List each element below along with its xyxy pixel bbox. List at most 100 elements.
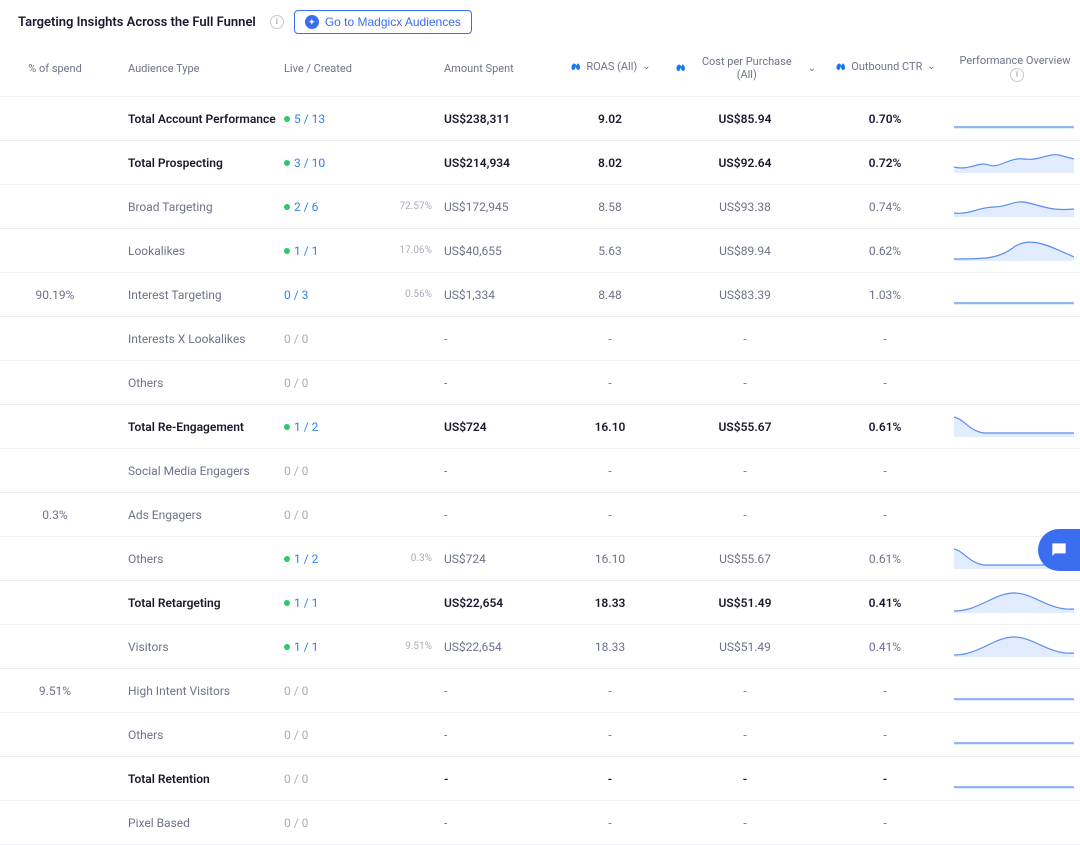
roas-value: 16.10 bbox=[550, 544, 670, 574]
spend-cell bbox=[0, 639, 110, 655]
live-created: 5 / 13 bbox=[280, 104, 380, 134]
amount-spent: - bbox=[440, 764, 550, 794]
table-row[interactable]: Others 1 / 2 0.3% US$724 16.10 US$55.67 … bbox=[0, 537, 1080, 581]
roas-value: 18.33 bbox=[550, 588, 670, 618]
live-created: 0 / 0 bbox=[280, 720, 380, 750]
audience-label: Others bbox=[110, 544, 280, 574]
table-row[interactable]: Total Retention 0 / 0 - - - - bbox=[0, 757, 1080, 801]
spark-cell bbox=[950, 185, 1080, 228]
cta-label: Go to Madgicx Audiences bbox=[325, 15, 461, 29]
audience-label: Total Prospecting bbox=[110, 148, 280, 178]
spend-sub-pct bbox=[380, 507, 440, 523]
table-row[interactable]: Total Retargeting 1 / 1 US$22,654 18.33 … bbox=[0, 581, 1080, 625]
amount-spent: US$172,945 bbox=[440, 192, 550, 222]
col-ctr[interactable]: Outbound CTR⌄ bbox=[834, 60, 936, 73]
spend-sub-pct bbox=[380, 331, 440, 347]
table-row[interactable]: Total Prospecting 3 / 10 US$214,934 8.02… bbox=[0, 141, 1080, 185]
table-row[interactable]: Others 0 / 0 - - - - bbox=[0, 361, 1080, 405]
info-icon[interactable]: i bbox=[270, 15, 284, 29]
sparkline bbox=[954, 589, 1074, 613]
sparkline bbox=[954, 193, 1074, 217]
table-row[interactable]: Visitors 1 / 1 9.51% US$22,654 18.33 US$… bbox=[0, 625, 1080, 669]
roas-value: - bbox=[550, 456, 670, 486]
ctr-value: 0.61% bbox=[820, 412, 950, 442]
live-created: 0 / 0 bbox=[280, 368, 380, 398]
sparkline bbox=[954, 105, 1074, 129]
cpp-value: US$83.39 bbox=[670, 280, 820, 310]
roas-value: - bbox=[550, 676, 670, 706]
info-icon[interactable]: i bbox=[1010, 68, 1024, 82]
table-row[interactable]: Social Media Engagers 0 / 0 - - - - bbox=[0, 449, 1080, 493]
audience-label: Others bbox=[110, 720, 280, 750]
live-created: 1 / 2 bbox=[280, 412, 380, 442]
roas-value: 8.58 bbox=[550, 192, 670, 222]
col-audience: Audience Type bbox=[110, 54, 280, 83]
go-to-audiences-button[interactable]: ✦ Go to Madgicx Audiences bbox=[294, 10, 472, 34]
audience-label: Ads Engagers bbox=[110, 500, 280, 530]
spend-cell bbox=[0, 155, 110, 171]
audience-label: Total Retention bbox=[110, 764, 280, 794]
spend-cell bbox=[0, 199, 110, 215]
spend-cell bbox=[0, 243, 110, 259]
audience-label: Visitors bbox=[110, 632, 280, 662]
spend-cell bbox=[0, 419, 110, 435]
spark-cell bbox=[950, 625, 1080, 668]
table-row[interactable]: 90.19% Interest Targeting 0 / 3 0.56% US… bbox=[0, 273, 1080, 317]
spend-sub-pct bbox=[380, 111, 440, 127]
table-row[interactable]: Total Account Performance 5 / 13 US$238,… bbox=[0, 97, 1080, 141]
roas-value: - bbox=[550, 368, 670, 398]
col-cpp[interactable]: Cost per Purchase (All)⌄ bbox=[674, 55, 816, 81]
live-created: 0 / 0 bbox=[280, 764, 380, 794]
col-roas[interactable]: ROAS (All)⌄ bbox=[569, 60, 650, 73]
table-row[interactable]: 9.51% High Intent Visitors 0 / 0 - - - - bbox=[0, 669, 1080, 713]
ctr-value: - bbox=[820, 764, 950, 794]
table-row[interactable]: Others 0 / 0 - - - - bbox=[0, 713, 1080, 757]
table-row[interactable]: Lookalikes 1 / 1 17.06% US$40,655 5.63 U… bbox=[0, 229, 1080, 273]
spend-cell bbox=[0, 375, 110, 391]
live-created: 1 / 1 bbox=[280, 236, 380, 266]
chat-fab[interactable] bbox=[1038, 529, 1080, 571]
roas-value: 9.02 bbox=[550, 104, 670, 134]
spend-sub-pct bbox=[380, 683, 440, 699]
roas-value: - bbox=[550, 720, 670, 750]
spark-cell bbox=[950, 669, 1080, 712]
spend-sub-pct bbox=[380, 375, 440, 391]
spend-cell bbox=[0, 815, 110, 831]
spend-sub-pct: 0.56% bbox=[380, 281, 440, 308]
spend-sub-pct bbox=[380, 155, 440, 171]
live-created: 0 / 0 bbox=[280, 808, 380, 838]
table-row[interactable]: Broad Targeting 2 / 6 72.57% US$172,945 … bbox=[0, 185, 1080, 229]
spark-cell bbox=[950, 581, 1080, 624]
cpp-value: US$92.64 bbox=[670, 148, 820, 178]
amount-spent: US$724 bbox=[440, 544, 550, 574]
page-title: Targeting Insights Across the Full Funne… bbox=[18, 15, 256, 30]
spark-cell bbox=[950, 361, 1080, 404]
spend-cell: 0.3% bbox=[0, 500, 110, 530]
live-created: 0 / 0 bbox=[280, 676, 380, 706]
spend-cell bbox=[0, 727, 110, 743]
spend-cell bbox=[0, 463, 110, 479]
table-row[interactable]: 0.3% Ads Engagers 0 / 0 - - - - bbox=[0, 493, 1080, 537]
spend-sub-pct bbox=[380, 595, 440, 611]
table-row[interactable]: Pixel Based 0 / 0 - - - - bbox=[0, 801, 1080, 845]
amount-spent: - bbox=[440, 720, 550, 750]
table-row[interactable]: Total Re-Engagement 1 / 2 US$724 16.10 U… bbox=[0, 405, 1080, 449]
spark-cell bbox=[950, 273, 1080, 316]
roas-value: 16.10 bbox=[550, 412, 670, 442]
spend-sub-pct bbox=[380, 419, 440, 435]
ctr-value: - bbox=[820, 324, 950, 354]
amount-spent: US$40,655 bbox=[440, 236, 550, 266]
cpp-value: - bbox=[670, 500, 820, 530]
ctr-value: - bbox=[820, 808, 950, 838]
spend-cell: 90.19% bbox=[0, 280, 110, 310]
sparkline bbox=[954, 677, 1074, 701]
ctr-value: - bbox=[820, 456, 950, 486]
cpp-value: - bbox=[670, 676, 820, 706]
cpp-value: - bbox=[670, 368, 820, 398]
spark-cell bbox=[950, 757, 1080, 800]
meta-icon bbox=[674, 62, 686, 74]
roas-value: - bbox=[550, 808, 670, 838]
spend-sub-pct: 72.57% bbox=[380, 193, 440, 220]
table-row[interactable]: Interests X Lookalikes 0 / 0 - - - - bbox=[0, 317, 1080, 361]
roas-value: - bbox=[550, 764, 670, 794]
